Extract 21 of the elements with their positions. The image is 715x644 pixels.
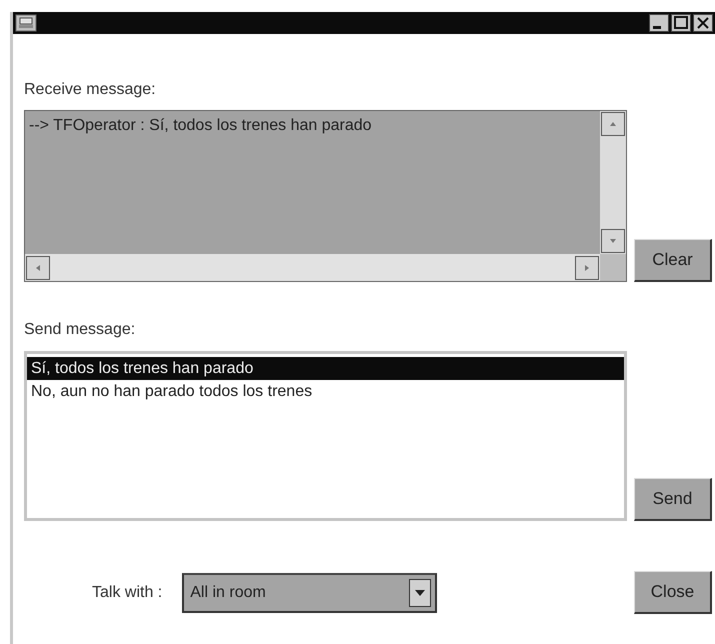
vertical-scrollbar[interactable] (600, 111, 626, 254)
scroll-left-icon[interactable] (26, 256, 50, 280)
horizontal-scrollbar[interactable] (25, 254, 600, 281)
minimize-icon[interactable] (649, 14, 669, 32)
send-message-label: Send message: (24, 321, 136, 339)
scrollbar-corner (600, 254, 626, 281)
received-messages-area[interactable]: --> TFOperator : Sí, todos los trenes han parado (25, 111, 600, 254)
app-icon[interactable] (15, 14, 37, 32)
message-option[interactable]: No, aun no han parado todos los trenes (27, 380, 624, 403)
receive-message-label: Receive message: (24, 81, 157, 99)
talk-with-label: Talk with : (92, 584, 162, 602)
scroll-down-icon[interactable] (601, 229, 625, 253)
close-button[interactable]: Close (634, 571, 712, 614)
maximize-icon[interactable] (671, 14, 691, 32)
scroll-right-icon[interactable] (575, 256, 599, 280)
talk-with-dropdown[interactable]: All in room (182, 572, 438, 612)
scroll-up-icon[interactable] (601, 112, 625, 136)
message-option[interactable]: Sí, todos los trenes han parado (27, 357, 624, 380)
clear-button[interactable]: Clear (634, 239, 712, 282)
close-icon[interactable] (693, 14, 713, 32)
send-button[interactable]: Send (634, 478, 712, 521)
